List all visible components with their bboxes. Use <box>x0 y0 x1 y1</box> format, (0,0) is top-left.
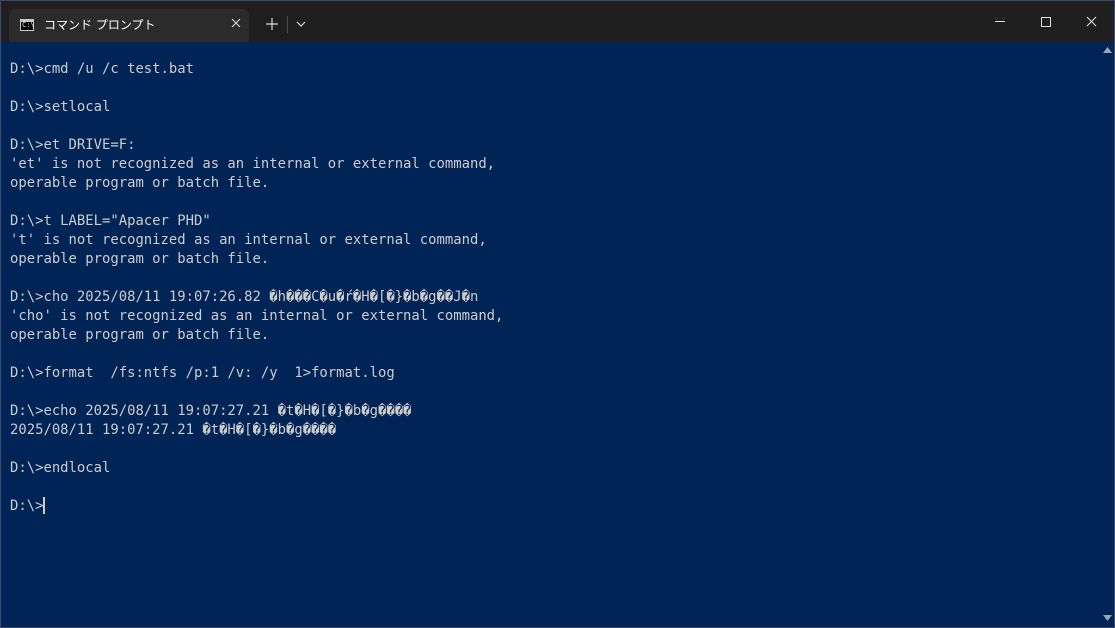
terminal-line: D:\>endlocal <box>10 460 111 476</box>
maximize-button[interactable] <box>1023 1 1069 42</box>
cmd-icon-glyph: C:\ <box>22 21 35 29</box>
close-button[interactable] <box>1069 1 1114 42</box>
scroll-down-icon[interactable] <box>1103 615 1112 621</box>
terminal-line: operable program or batch file. <box>10 327 270 343</box>
terminal-line: D:\>cmd /u /c test.bat <box>10 61 194 77</box>
minimize-icon <box>995 21 1005 22</box>
terminal-line: D:\>cho 2025/08/11 19:07:26.82 �h���C�u�… <box>10 289 479 305</box>
terminal-line: operable program or batch file. <box>10 175 270 191</box>
terminal-output[interactable]: D:\>cmd /u /c test.bat D:\>setlocal D:\>et… <box>10 60 1090 516</box>
close-tab-icon[interactable] <box>228 15 244 31</box>
terminal-line: D:\>echo 2025/08/11 19:07:27.21 �t�H�[�}… <box>10 403 412 419</box>
terminal-line: D:\>setlocal <box>10 99 111 115</box>
prompt-text: D:\> <box>10 498 44 514</box>
prompt-line[interactable]: D:\> <box>10 497 1090 516</box>
terminal-line: 2025/08/11 19:07:27.21 �t�H�[�}�b�g���� <box>10 422 337 438</box>
maximize-icon <box>1041 17 1051 27</box>
scroll-up-icon[interactable] <box>1103 47 1112 53</box>
tab-dropdown-button[interactable] <box>287 9 317 39</box>
close-icon <box>1086 16 1097 27</box>
tab-command-prompt[interactable]: C:\ コマンド プロンプト <box>9 9 249 42</box>
terminal-line: D:\>t LABEL="Apacer PHD" <box>10 213 211 229</box>
cmd-icon: C:\ <box>20 19 35 31</box>
new-tab-button[interactable] <box>257 9 287 39</box>
terminal-line: D:\>format /fs:ntfs /p:1 /v: /y 1>format… <box>10 365 395 381</box>
tab-title: コマンド プロンプト <box>44 18 156 32</box>
plus-icon <box>266 18 278 30</box>
text-cursor <box>43 497 46 514</box>
title-bar[interactable]: C:\ コマンド プロンプト <box>1 1 1114 42</box>
minimize-button[interactable] <box>977 1 1023 42</box>
terminal-line: 'et' is not recognized as an internal or… <box>10 156 496 172</box>
terminal-line: D:\>et DRIVE=F: <box>10 137 136 153</box>
chevron-down-icon <box>296 21 306 27</box>
terminal-line: 't' is not recognized as an internal or … <box>10 232 487 248</box>
terminal-line: operable program or batch file. <box>10 251 270 267</box>
vertical-scrollbar[interactable] <box>1101 42 1114 627</box>
terminal-window: C:\ コマンド プロンプト D:\>cmd /u /c test.bat D:… <box>0 0 1115 628</box>
terminal-line: 'cho' is not recognized as an internal o… <box>10 308 504 324</box>
